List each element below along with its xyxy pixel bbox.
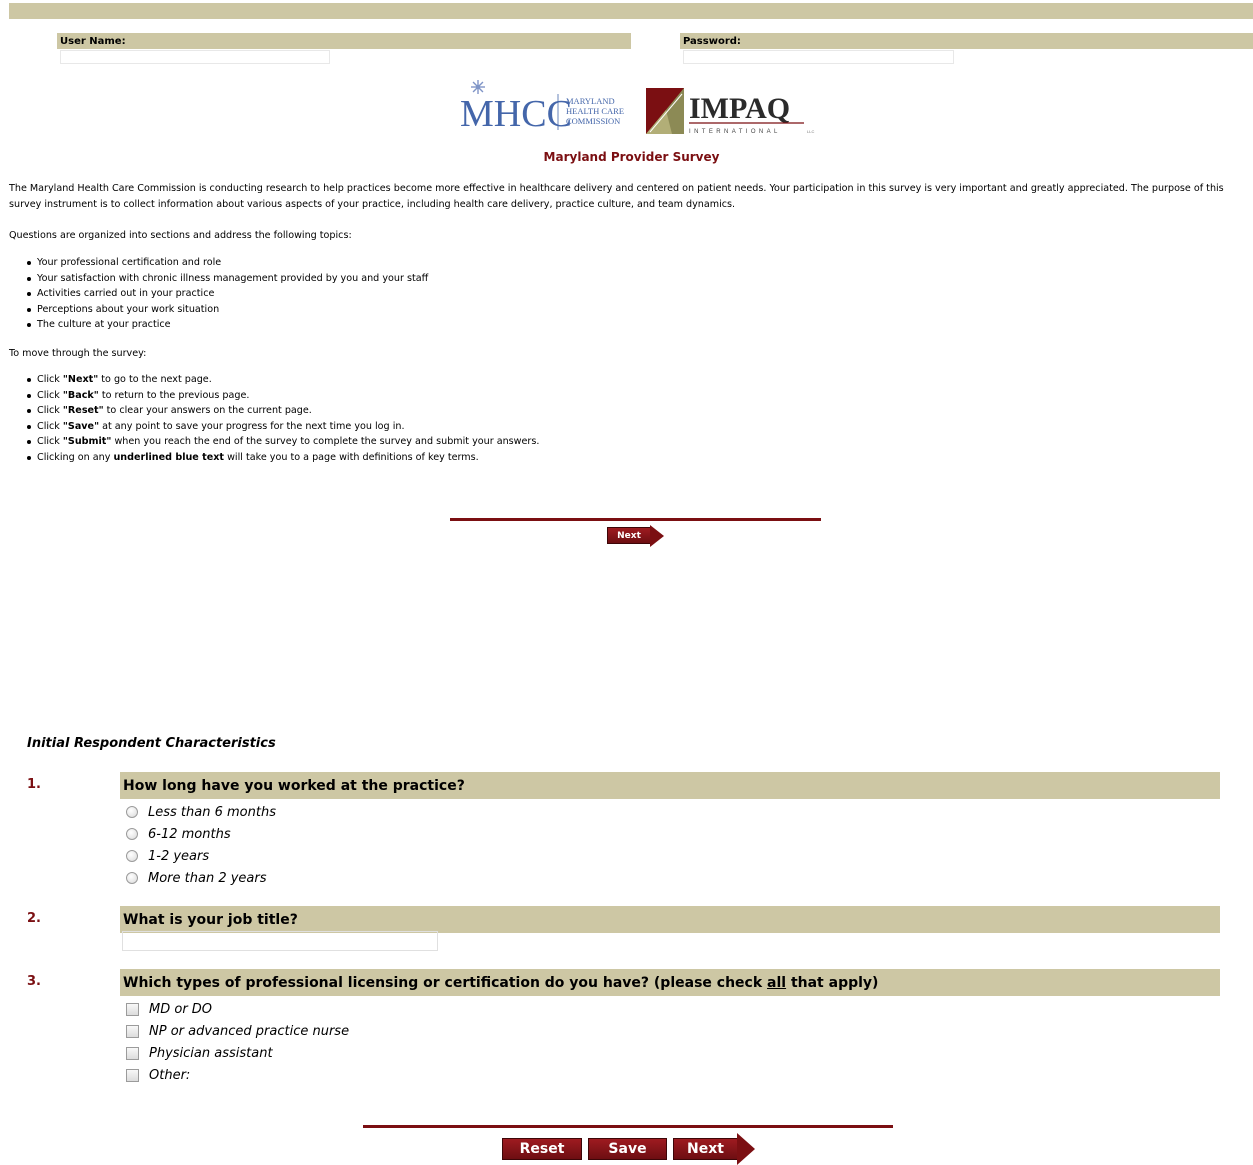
list-item: The culture at your practice — [27, 317, 428, 333]
checkbox[interactable] — [126, 1002, 139, 1016]
intro-paragraph: The Maryland Health Care Commission is c… — [9, 183, 1224, 210]
checkbox-option[interactable]: Physician assistant — [126, 1043, 273, 1063]
svg-text:MARYLAND: MARYLAND — [566, 96, 615, 106]
next-arrow-icon — [650, 525, 664, 547]
survey-title: Maryland Provider Survey — [543, 150, 720, 164]
section-title: Initial Respondent Characteristics — [27, 736, 276, 751]
radio-button[interactable] — [126, 806, 138, 818]
question-1-text: How long have you worked at the practice… — [120, 772, 1220, 799]
list-item: Your professional certification and role — [27, 255, 428, 271]
question-3-text: Which types of professional licensing or… — [120, 969, 1220, 996]
checkbox-option[interactable]: NP or advanced practice nurse — [126, 1021, 349, 1041]
list-item: Your satisfaction with chronic illness m… — [27, 271, 428, 287]
radio-option[interactable]: Less than 6 months — [126, 802, 276, 822]
radio-button[interactable] — [126, 850, 138, 862]
header-logos: MHCC MARYLAND HEALTH CARE COMMISSION IMP… — [460, 80, 820, 140]
topics-intro: Questions are organized into sections an… — [9, 230, 352, 241]
svg-text:INTERNATIONAL: INTERNATIONAL — [689, 129, 781, 135]
list-item: Click "Save" at any point to save your p… — [27, 419, 539, 435]
top-next-button[interactable]: Next — [607, 527, 651, 544]
username-label: User Name: — [57, 33, 631, 49]
divider-line — [450, 518, 821, 521]
navigation-instructions: Click "Next" to go to the next page. Cli… — [27, 372, 539, 466]
radio-option[interactable]: 1-2 years — [126, 846, 209, 866]
top-banner-bar — [9, 3, 1253, 19]
list-item: Activities carried out in your practice — [27, 286, 428, 302]
list-item: Click "Submit" when you reach the end of… — [27, 434, 539, 450]
radio-option[interactable]: More than 2 years — [126, 868, 267, 888]
radio-button[interactable] — [126, 872, 138, 884]
list-item: Clicking on any underlined blue text wil… — [27, 450, 539, 466]
impaq-name: IMPAQ — [689, 92, 790, 125]
checkbox-option[interactable]: MD or DO — [126, 999, 212, 1019]
save-button[interactable]: Save — [588, 1138, 667, 1160]
checkbox[interactable] — [126, 1024, 139, 1038]
checkbox-option[interactable]: Other: — [126, 1065, 190, 1085]
job-title-input[interactable] — [122, 931, 438, 951]
divider-line — [363, 1125, 893, 1128]
password-field[interactable] — [683, 50, 954, 64]
radio-button[interactable] — [126, 828, 138, 840]
list-item: Click "Reset" to clear your answers on t… — [27, 403, 539, 419]
next-arrow-icon — [737, 1133, 755, 1165]
svg-text:HEALTH CARE: HEALTH CARE — [566, 106, 624, 116]
checkbox[interactable] — [126, 1068, 139, 1082]
next-button[interactable]: Next — [673, 1138, 738, 1160]
navigation-intro: To move through the survey: — [9, 348, 147, 359]
question-number: 1. — [27, 777, 41, 792]
svg-text:COMMISSION: COMMISSION — [566, 116, 620, 126]
mhcc-impaq-logo: MHCC MARYLAND HEALTH CARE COMMISSION IMP… — [460, 80, 814, 135]
list-item: Click "Back" to return to the previous p… — [27, 388, 539, 404]
username-field[interactable] — [60, 50, 330, 64]
reset-button[interactable]: Reset — [502, 1138, 582, 1160]
list-item: Perceptions about your work situation — [27, 302, 428, 318]
list-item: Click "Next" to go to the next page. — [27, 372, 539, 388]
svg-text:LLC: LLC — [807, 129, 814, 134]
mhcc-letters: MHCC — [460, 93, 572, 135]
impaq-emblem-icon — [646, 88, 684, 134]
topics-list: Your professional certification and role… — [27, 255, 428, 333]
radio-option[interactable]: 6-12 months — [126, 824, 231, 844]
password-label: Password: — [680, 33, 1253, 49]
question-number: 2. — [27, 911, 41, 926]
checkbox[interactable] — [126, 1046, 139, 1060]
question-number: 3. — [27, 974, 41, 989]
question-2-text: What is your job title? — [120, 906, 1220, 933]
